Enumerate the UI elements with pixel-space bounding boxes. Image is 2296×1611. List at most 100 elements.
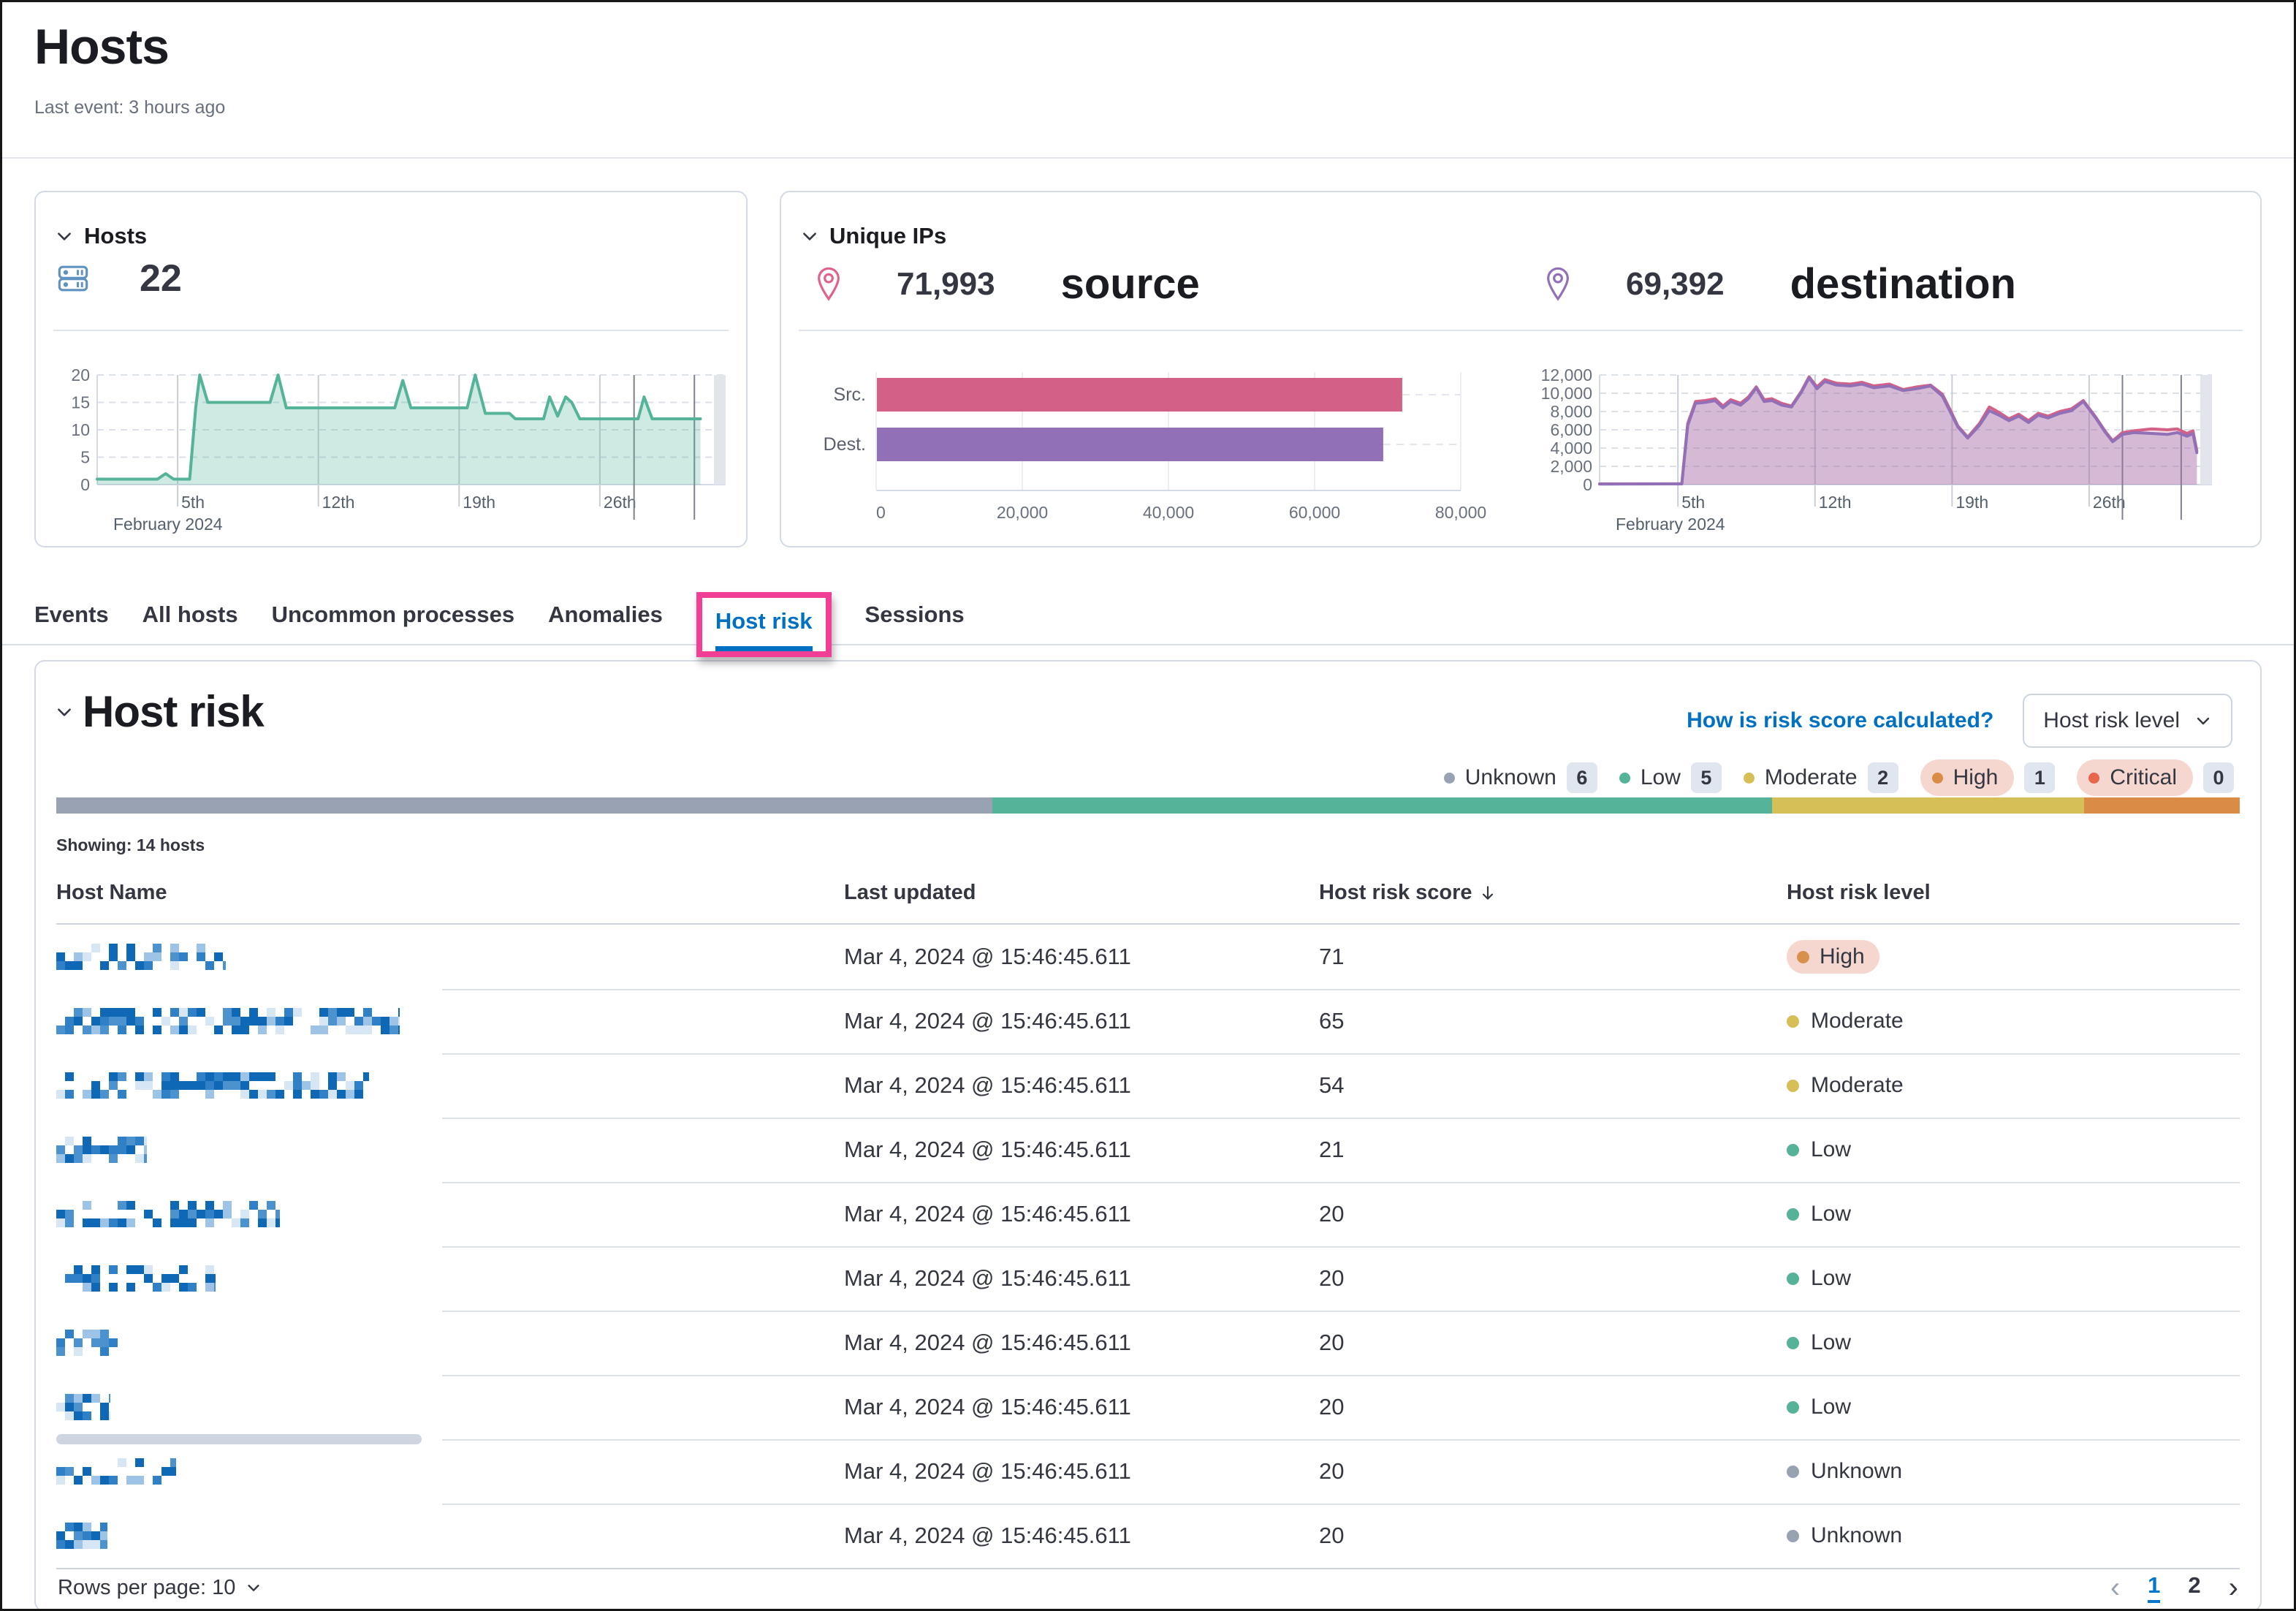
horizontal-scrollbar-thumb[interactable] [56, 1434, 422, 1444]
storage-icon [56, 262, 90, 295]
risk-score-cell: 20 [1319, 1375, 1344, 1439]
host-name-link[interactable] [56, 1504, 107, 1568]
destination-pin-icon [1543, 266, 1573, 303]
host-name-link[interactable] [56, 1311, 123, 1375]
redacted-host-name [56, 1008, 400, 1034]
tab-all-hosts[interactable]: All hosts [142, 602, 238, 647]
table-footer: Rows per page: 10 ‹ 12 › [36, 1565, 2260, 1610]
tab-events[interactable]: Events [34, 602, 109, 647]
table-row: Mar 4, 2024 @ 15:46:45.611 20 Low [36, 1375, 2260, 1439]
redacted-host-name [56, 1330, 123, 1356]
risk-score-help-link[interactable]: How is risk score calculated? [1687, 708, 1993, 733]
legend-count-badge: 1 [2024, 762, 2055, 793]
legend-label: Moderate [1765, 765, 1858, 790]
host-risk-level-filter-button[interactable]: Host risk level [2023, 694, 2232, 748]
legend-count-badge: 0 [2203, 762, 2234, 793]
host-name-link[interactable] [56, 1118, 147, 1182]
unique-ips-panel-header[interactable]: Unique IPs [800, 223, 946, 249]
svg-text:15: 15 [71, 393, 90, 412]
distribution-segment-high [2084, 797, 2240, 814]
risk-level-cell: Low [1787, 1311, 1851, 1375]
legend-pill: Critical [2077, 759, 2193, 796]
redacted-host-name [56, 1394, 110, 1420]
page-1-button[interactable]: 1 [2148, 1572, 2160, 1603]
redacted-host-name [56, 1523, 107, 1549]
risk-level-cell: Moderate [1787, 1053, 1904, 1118]
legend-item-critical[interactable]: Critical 0 [2077, 759, 2234, 796]
destination-metric: 69,392 destination [1543, 259, 2016, 308]
hosts-area-chart[interactable]: 051015205th12th19th26thFebruary 2024 [46, 366, 736, 542]
svg-text:2,000: 2,000 [1550, 457, 1592, 476]
chevron-down-icon[interactable] [55, 227, 74, 246]
risk-level-dot [1787, 1015, 1799, 1028]
chevron-down-icon [2194, 712, 2212, 729]
tab-sessions[interactable]: Sessions [865, 602, 965, 647]
rows-per-page-button[interactable]: Rows per page: 10 [58, 1576, 262, 1600]
host-name-link[interactable] [56, 989, 400, 1053]
host-risk-header[interactable]: Host risk [55, 686, 264, 737]
unique-ips-area-chart[interactable]: 02,0004,0006,0008,00010,00012,0005th12th… [1532, 366, 2222, 542]
table-header-row: Host Name Last updated Host risk score H… [36, 881, 2260, 923]
risk-legend: Unknown6 Low5 Moderate2 High 1 Critical 0 [1444, 759, 2234, 796]
hosts-count: 22 [140, 257, 182, 300]
distribution-segment-moderate [1772, 797, 2084, 814]
host-risk-controls: How is risk score calculated? Host risk … [1687, 694, 2232, 748]
unique-ips-panel-title: Unique IPs [829, 223, 946, 249]
risk-level-label: High [1820, 944, 1865, 969]
legend-item-moderate[interactable]: Moderate2 [1744, 762, 1898, 793]
risk-level-cell: Unknown [1787, 1439, 1902, 1504]
svg-text:20: 20 [71, 366, 90, 384]
redacted-host-name [56, 1201, 280, 1227]
column-last-updated[interactable]: Last updated [844, 881, 976, 905]
host-name-link[interactable] [56, 1053, 369, 1118]
host-name-link[interactable] [56, 1246, 216, 1311]
tab-uncommon-processes[interactable]: Uncommon processes [272, 602, 515, 647]
risk-level-cell: Unknown [1787, 1504, 1902, 1568]
host-name-link[interactable] [56, 925, 226, 989]
risk-level-label: Low [1811, 1330, 1851, 1355]
tab-anomalies[interactable]: Anomalies [548, 602, 663, 647]
chevron-down-icon [246, 1580, 262, 1596]
page-2-button[interactable]: 2 [2188, 1572, 2200, 1603]
previous-page-button[interactable]: ‹ [2110, 1572, 2120, 1604]
panel-divider [799, 330, 2243, 331]
table-row: Mar 4, 2024 @ 15:46:45.611 20 Unknown [36, 1504, 2260, 1568]
tabs: Events All hosts Uncommon processes Anomali… [34, 584, 965, 647]
next-page-button[interactable]: › [2229, 1572, 2238, 1604]
svg-text:19th: 19th [1955, 493, 1988, 512]
svg-text:4,000: 4,000 [1550, 439, 1592, 458]
host-name-link[interactable] [56, 1439, 176, 1504]
host-risk-level-filter-label: Host risk level [2043, 708, 2180, 733]
risk-level-dot [1797, 951, 1809, 963]
last-updated-cell: Mar 4, 2024 @ 15:46:45.611 [844, 925, 1131, 989]
chevron-down-icon[interactable] [800, 227, 819, 246]
redacted-host-name [56, 1458, 176, 1485]
risk-level-label: Unknown [1811, 1523, 1902, 1548]
tab-host-risk[interactable]: Host risk [715, 608, 813, 651]
showing-count: Showing: 14 hosts [56, 835, 205, 855]
svg-text:10: 10 [71, 420, 90, 439]
source-ip-count: 71,993 [897, 266, 995, 303]
legend-pill: High [1920, 759, 2015, 796]
legend-item-high[interactable]: High 1 [1920, 759, 2056, 796]
legend-item-unknown[interactable]: Unknown6 [1444, 762, 1597, 793]
risk-score-cell: 54 [1319, 1053, 1344, 1118]
source-pin-icon [813, 266, 844, 303]
host-name-link[interactable] [56, 1182, 280, 1246]
host-name-link[interactable] [56, 1375, 110, 1439]
risk-level-label: Low [1811, 1202, 1851, 1227]
page-title: Hosts [34, 18, 225, 75]
svg-text:Dest.: Dest. [824, 434, 866, 455]
column-host-name[interactable]: Host Name [56, 881, 167, 905]
hosts-panel-header[interactable]: Hosts [55, 223, 147, 249]
hosts-panel-title: Hosts [84, 223, 147, 249]
chevron-down-icon[interactable] [55, 702, 74, 721]
column-host-risk-score[interactable]: Host risk score [1319, 881, 1497, 905]
unique-ips-bar-chart[interactable]: 020,00040,00060,00080,000Src.Dest. [803, 366, 1534, 542]
legend-item-low[interactable]: Low5 [1619, 762, 1722, 793]
svg-text:80,000: 80,000 [1435, 503, 1486, 522]
page-numbers: 12 [2148, 1572, 2201, 1603]
risk-level-dot [1787, 1401, 1799, 1414]
column-host-risk-level[interactable]: Host risk level [1787, 881, 1931, 905]
risk-level-cell: Moderate [1787, 989, 1904, 1053]
